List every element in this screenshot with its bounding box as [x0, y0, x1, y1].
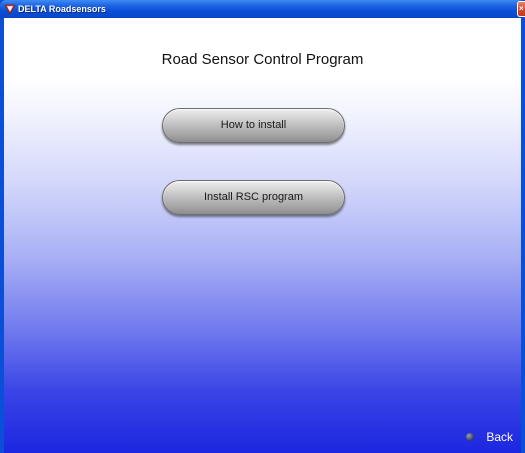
window-title: DELTA Roadsensors: [18, 4, 106, 14]
client-area: Road Sensor Control Program How to insta…: [4, 18, 521, 453]
window-frame-right: [521, 18, 525, 453]
close-icon: ×: [519, 4, 524, 13]
install-rsc-program-label: Install RSC program: [203, 191, 304, 203]
delta-logo-icon: [4, 4, 16, 15]
how-to-install-button[interactable]: How to install: [162, 108, 345, 143]
app-window: DELTA Roadsensors × Road Sensor Control …: [0, 0, 525, 453]
back-button[interactable]: Back: [466, 429, 513, 445]
install-rsc-program-button[interactable]: Install RSC program: [162, 180, 345, 215]
close-button[interactable]: ×: [517, 1, 525, 17]
page-title: Road Sensor Control Program: [161, 51, 364, 68]
back-label: Back: [486, 430, 513, 444]
title-bar[interactable]: DELTA Roadsensors ×: [0, 0, 525, 18]
dot-icon: [466, 433, 475, 441]
how-to-install-label: How to install: [220, 119, 287, 131]
